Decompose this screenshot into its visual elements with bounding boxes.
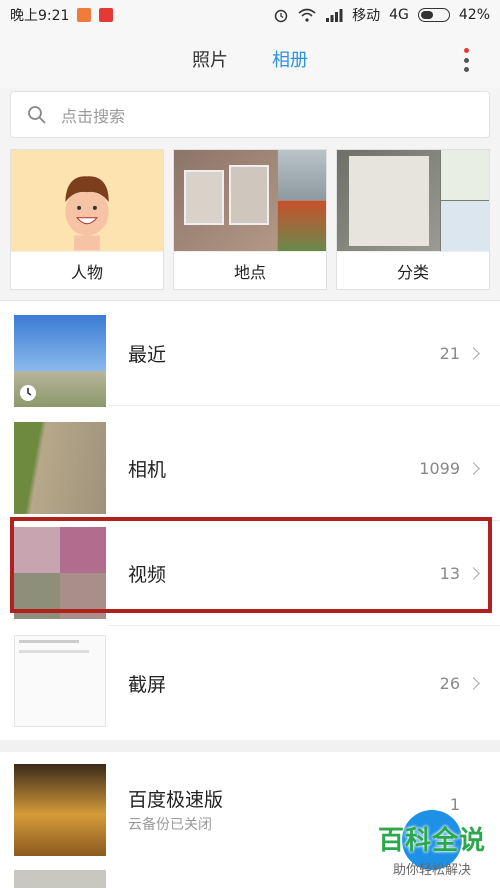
watermark-title: 百科全说 [377, 826, 486, 856]
chevron-right-icon [467, 677, 480, 690]
category-label: 人物 [11, 251, 163, 289]
battery-percent: 42% [458, 7, 490, 23]
category-row: 人物 地点 分类 [10, 149, 490, 290]
alarm-icon [274, 9, 288, 23]
album-row-screenshots[interactable]: 截屏 26 [0, 631, 500, 736]
album-thumbnail [14, 527, 106, 619]
person-avatar-icon [11, 150, 163, 251]
chevron-right-icon [467, 462, 480, 475]
album-count: 13 [439, 564, 460, 583]
search-input[interactable]: 点击搜索 [10, 91, 490, 138]
watermark-subtitle: 助你轻松解决 [392, 863, 471, 878]
status-right: 移动 4G 42% [273, 5, 490, 25]
chevron-right-icon [467, 347, 480, 360]
album-name: 视频 [128, 564, 167, 586]
search-icon [28, 105, 46, 124]
wifi-icon [298, 8, 316, 22]
section-gap [0, 740, 500, 752]
category-places[interactable]: 地点 [173, 149, 327, 290]
album-list: 最近 21 相机 1099 视频 13 截屏 26 [0, 300, 500, 740]
status-bar: 晚上9:21 移动 4G 42% [0, 0, 500, 30]
tab-albums[interactable]: 相册 [272, 46, 308, 72]
album-thumbnail [14, 315, 106, 407]
next-album-thumbnail [14, 870, 106, 888]
search-placeholder: 点击搜索 [61, 106, 126, 126]
more-options-icon[interactable] [462, 48, 470, 72]
album-name: 百度极速版 [128, 789, 224, 811]
category-label: 地点 [174, 251, 326, 289]
status-time: 晚上9:21 [10, 8, 70, 24]
notification-app-icon [77, 8, 92, 22]
network-label: 4G [389, 7, 409, 23]
album-thumbnail [14, 422, 106, 514]
chevron-right-icon [467, 567, 480, 580]
album-row-video[interactable]: 视频 13 [0, 521, 500, 626]
category-people[interactable]: 人物 [10, 149, 164, 290]
category-label: 分类 [337, 251, 489, 289]
album-name: 截屏 [128, 674, 167, 696]
classify-collage [337, 150, 489, 251]
signal-icon [326, 9, 343, 22]
notification-news-icon [99, 8, 114, 22]
album-count: 1 [449, 795, 460, 814]
album-name: 最近 [128, 344, 167, 366]
clock-icon [20, 385, 36, 401]
album-subtitle: 云备份已关闭 [128, 817, 212, 833]
header: 照片 相册 [0, 30, 500, 88]
tab-photos[interactable]: 照片 [192, 46, 228, 72]
album-name: 相机 [128, 459, 167, 481]
battery-icon [417, 8, 450, 22]
status-left: 晚上9:21 [10, 5, 114, 25]
category-classify[interactable]: 分类 [336, 149, 490, 290]
album-thumbnail [14, 635, 106, 727]
album-count: 26 [439, 674, 460, 693]
carrier-label: 移动 [352, 8, 381, 24]
album-count: 1099 [419, 459, 460, 478]
album-thumbnail [14, 764, 106, 856]
album-count: 21 [439, 344, 460, 363]
album-row-camera[interactable]: 相机 1099 [0, 416, 500, 521]
places-collage [174, 150, 326, 251]
album-row-recent[interactable]: 最近 21 [0, 301, 500, 407]
watermark: 百科全说 助你轻松解决 [377, 810, 486, 878]
